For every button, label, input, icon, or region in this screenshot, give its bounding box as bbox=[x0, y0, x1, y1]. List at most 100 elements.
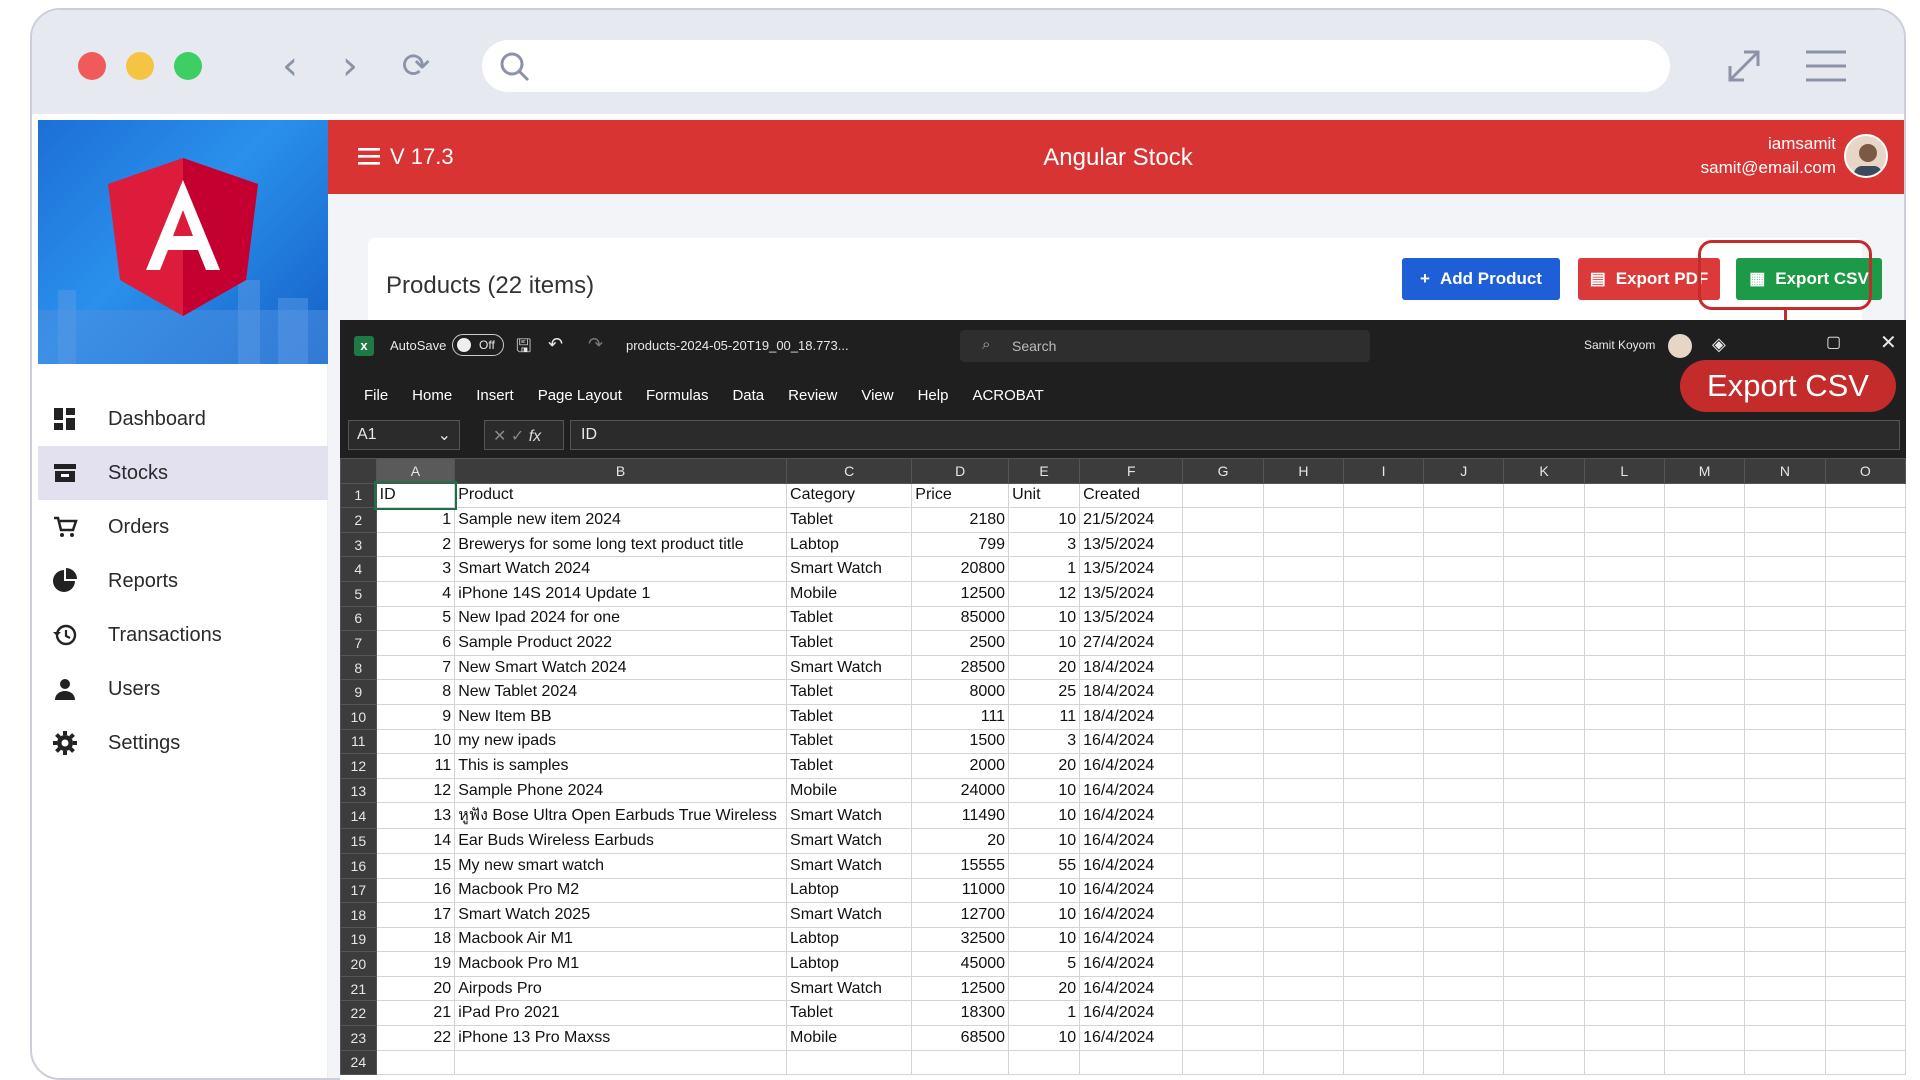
cell[interactable] bbox=[1744, 877, 1826, 904]
cell[interactable]: 20 bbox=[375, 975, 456, 1002]
cell[interactable]: 13/5/2024 bbox=[1079, 556, 1184, 582]
cell[interactable]: 18300 bbox=[911, 1000, 1010, 1027]
cell[interactable]: Mobile bbox=[786, 1025, 913, 1051]
cell[interactable] bbox=[1182, 802, 1264, 830]
restore-icon[interactable]: ▢ bbox=[1826, 332, 1841, 352]
excel-avatar[interactable] bbox=[1668, 334, 1692, 358]
cell[interactable]: New Item BB bbox=[454, 703, 788, 730]
cell[interactable] bbox=[1824, 482, 1906, 509]
cell[interactable] bbox=[1343, 877, 1425, 904]
cell[interactable]: 5 bbox=[1008, 951, 1081, 977]
column-header[interactable]: F bbox=[1079, 458, 1184, 484]
ribbon-tab-view[interactable]: View bbox=[861, 387, 893, 404]
cell[interactable] bbox=[1079, 1049, 1184, 1076]
cell[interactable] bbox=[1423, 951, 1505, 977]
cell[interactable]: 10 bbox=[1008, 926, 1081, 953]
row-header[interactable]: 21 bbox=[340, 975, 377, 1002]
cell[interactable] bbox=[1824, 852, 1906, 879]
cell[interactable]: Mobile bbox=[786, 777, 913, 804]
cell[interactable]: 8 bbox=[375, 679, 456, 705]
row-header[interactable]: 20 bbox=[340, 951, 377, 977]
autosave-toggle[interactable]: Off bbox=[452, 334, 504, 356]
cell[interactable] bbox=[1262, 753, 1345, 779]
cell[interactable] bbox=[1663, 1025, 1746, 1051]
cell[interactable] bbox=[1182, 777, 1264, 804]
cell[interactable] bbox=[375, 1049, 456, 1076]
row-header[interactable]: 13 bbox=[340, 777, 377, 804]
cell[interactable] bbox=[1343, 753, 1425, 779]
cell[interactable]: 16/4/2024 bbox=[1079, 926, 1184, 953]
cell[interactable] bbox=[1503, 1025, 1585, 1051]
cell[interactable]: 12500 bbox=[911, 580, 1010, 607]
cell[interactable] bbox=[1423, 679, 1505, 705]
cell[interactable] bbox=[1824, 926, 1906, 953]
ribbon-tab-acrobat[interactable]: ACROBAT bbox=[972, 387, 1043, 404]
cell[interactable] bbox=[1503, 728, 1585, 755]
column-header[interactable]: M bbox=[1663, 458, 1746, 484]
cell[interactable] bbox=[1182, 580, 1264, 607]
cell[interactable]: iPhone 14S 2014 Update 1 bbox=[454, 580, 788, 607]
sidebar-item-users[interactable]: Users bbox=[38, 662, 328, 716]
cell[interactable]: 2 bbox=[375, 531, 456, 558]
ribbon-tab-help[interactable]: Help bbox=[918, 387, 949, 404]
cell[interactable]: 6 bbox=[375, 630, 456, 656]
cell[interactable]: 3 bbox=[375, 556, 456, 582]
cell[interactable]: 20 bbox=[1008, 975, 1081, 1002]
cell[interactable] bbox=[1262, 877, 1345, 904]
cell[interactable] bbox=[1663, 654, 1746, 681]
cell[interactable]: 16/4/2024 bbox=[1079, 975, 1184, 1002]
cell[interactable] bbox=[1744, 482, 1826, 509]
cell[interactable] bbox=[1262, 902, 1345, 928]
cell[interactable]: 15555 bbox=[911, 852, 1010, 879]
column-header[interactable]: L bbox=[1583, 458, 1665, 484]
cell[interactable] bbox=[1423, 728, 1505, 755]
cell[interactable] bbox=[1824, 828, 1906, 854]
cell[interactable] bbox=[1182, 531, 1264, 558]
back-icon[interactable]: ‹ bbox=[268, 44, 312, 88]
cell[interactable]: 27/4/2024 bbox=[1079, 630, 1184, 656]
cell[interactable] bbox=[1423, 852, 1505, 879]
cell[interactable] bbox=[1262, 482, 1345, 509]
cell[interactable] bbox=[1663, 828, 1746, 854]
cell[interactable] bbox=[1663, 482, 1746, 509]
cell[interactable]: Macbook Pro M2 bbox=[454, 877, 788, 904]
cell[interactable] bbox=[1583, 1025, 1665, 1051]
cell[interactable]: 10 bbox=[1008, 507, 1081, 533]
cell[interactable]: Unit bbox=[1008, 482, 1081, 509]
cell[interactable]: Sample Phone 2024 bbox=[454, 777, 788, 804]
row-header[interactable]: 5 bbox=[340, 580, 377, 607]
row-header[interactable]: 8 bbox=[340, 654, 377, 681]
cell[interactable] bbox=[1583, 828, 1665, 854]
cell[interactable] bbox=[1583, 1049, 1665, 1076]
cell[interactable] bbox=[1824, 630, 1906, 656]
cell[interactable]: Airpods Pro bbox=[454, 975, 788, 1002]
cell[interactable]: 12 bbox=[375, 777, 456, 804]
cell[interactable] bbox=[1744, 777, 1826, 804]
cell[interactable]: 16/4/2024 bbox=[1079, 877, 1184, 904]
cell[interactable] bbox=[1262, 531, 1345, 558]
cell[interactable]: 15 bbox=[375, 852, 456, 879]
cell[interactable]: Smart Watch bbox=[786, 828, 913, 854]
cell[interactable] bbox=[1583, 482, 1665, 509]
cell[interactable]: 16/4/2024 bbox=[1079, 777, 1184, 804]
cell[interactable] bbox=[1583, 753, 1665, 779]
cell[interactable] bbox=[1744, 703, 1826, 730]
cell[interactable] bbox=[1343, 1025, 1425, 1051]
cell[interactable] bbox=[1343, 703, 1425, 730]
ribbon-tab-review[interactable]: Review bbox=[788, 387, 837, 404]
cell[interactable]: 1 bbox=[1008, 1000, 1081, 1027]
cell[interactable]: 10 bbox=[1008, 630, 1081, 656]
cell[interactable]: Smart Watch 2024 bbox=[454, 556, 788, 582]
cell[interactable] bbox=[1663, 580, 1746, 607]
cell[interactable]: 11490 bbox=[911, 802, 1010, 830]
cell[interactable] bbox=[1503, 1000, 1585, 1027]
cell[interactable] bbox=[1343, 728, 1425, 755]
cell[interactable] bbox=[1262, 703, 1345, 730]
cell[interactable] bbox=[786, 1049, 913, 1076]
cell[interactable]: Ear Buds Wireless Earbuds bbox=[454, 828, 788, 854]
cell[interactable] bbox=[1663, 802, 1746, 830]
cell[interactable] bbox=[1824, 753, 1906, 779]
cell[interactable]: 3 bbox=[1008, 531, 1081, 558]
cell[interactable] bbox=[1182, 728, 1264, 755]
cell[interactable]: Labtop bbox=[786, 926, 913, 953]
